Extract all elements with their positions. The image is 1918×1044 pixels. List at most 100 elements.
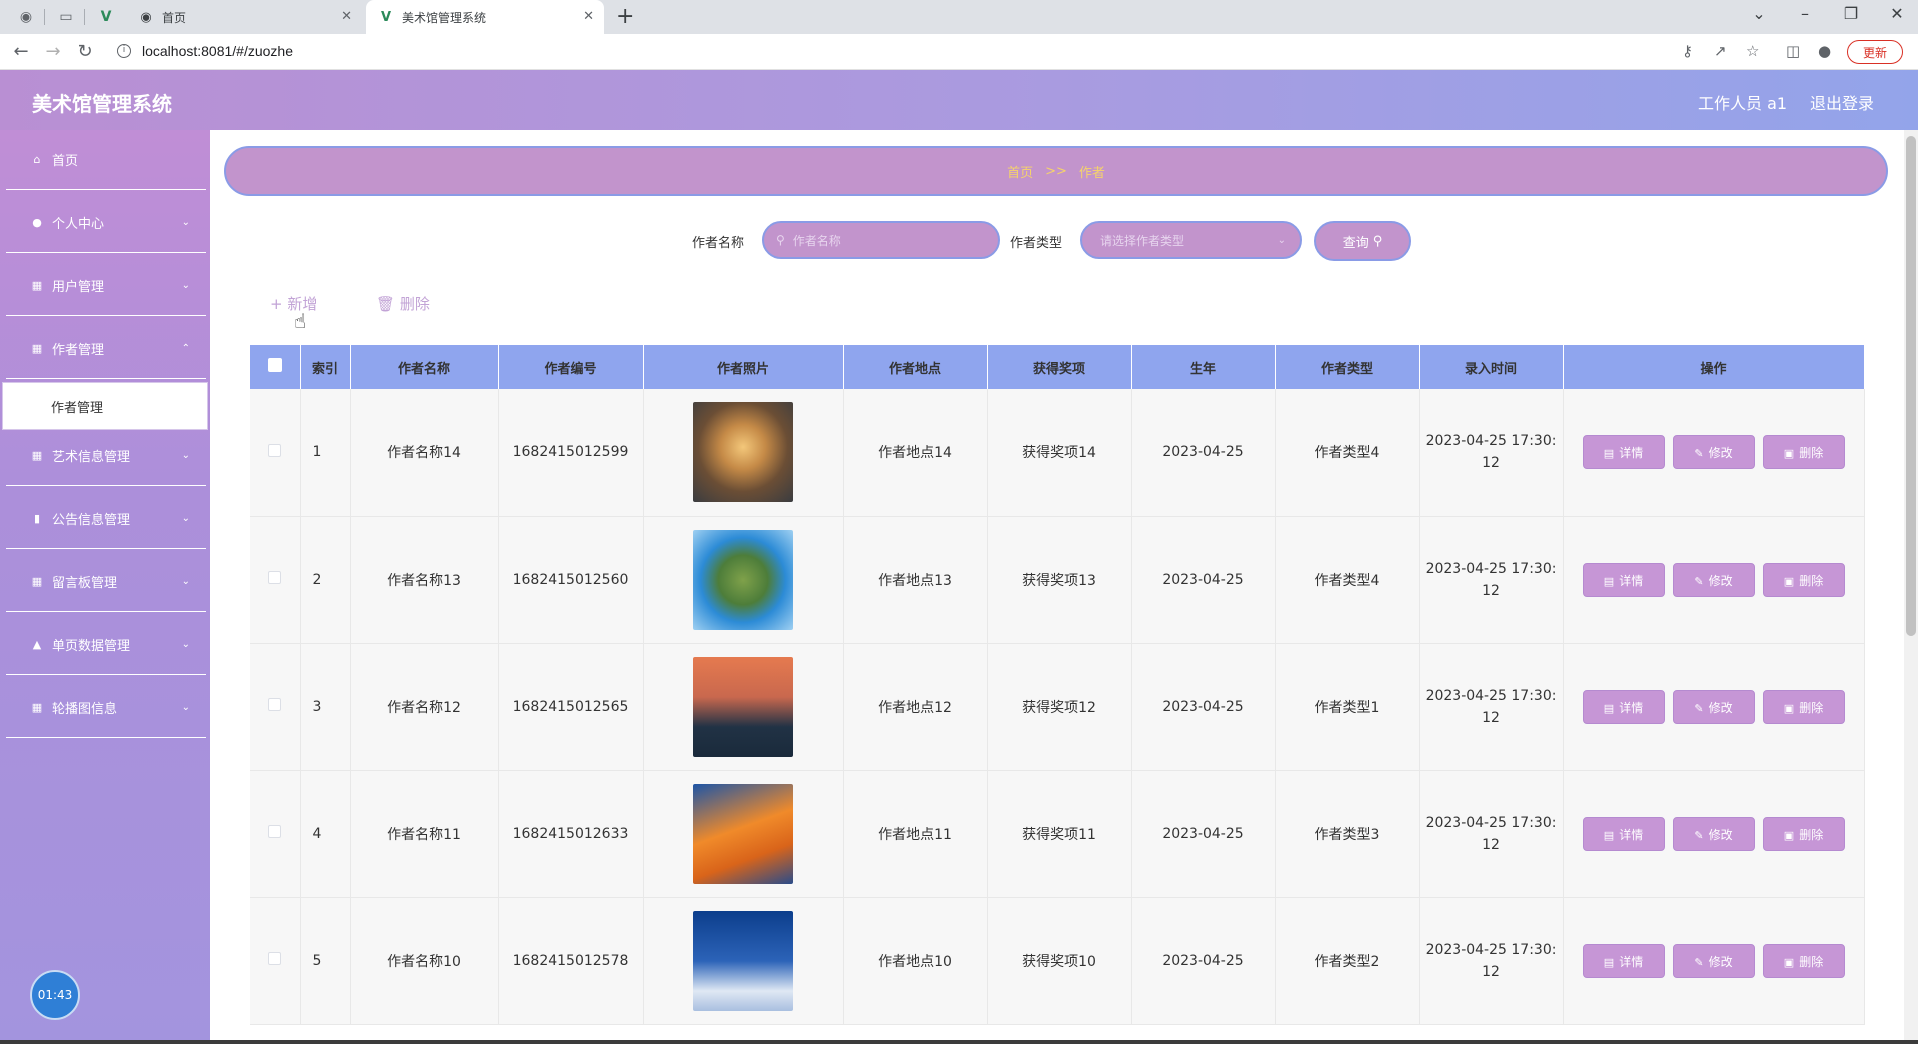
actions-cell: ▤ 详情 ✎ 修改 ▣ 删除 [1563, 389, 1865, 517]
column-header: 索引 [300, 345, 351, 389]
delete-button[interactable]: ▣ 删除 [1762, 816, 1845, 851]
author-type-cell: 作者类型1 [1275, 643, 1420, 771]
breadcrumb-home[interactable]: 首页 [1007, 162, 1033, 181]
close-tab-icon[interactable]: ✕ [341, 9, 352, 24]
document-icon: ▤ [1603, 574, 1615, 588]
trash-icon: 🗑 [376, 295, 400, 313]
delete-button[interactable]: ▣ 删除 [1762, 943, 1845, 978]
vue-logo-icon[interactable]: V [96, 7, 116, 27]
row-select-cell[interactable] [250, 643, 301, 771]
globe-icon: ◉ [140, 9, 152, 25]
author-type-select[interactable]: 请选择作者类型 ⌄ [1080, 221, 1302, 259]
author-name-cell: 作者名称10 [350, 897, 499, 1025]
author-photo[interactable] [693, 910, 793, 1011]
detail-button[interactable]: ▤ 详情 [1582, 689, 1665, 724]
author-photo[interactable] [693, 783, 793, 884]
blank-page-icon[interactable]: ▭ [56, 7, 76, 27]
delete-button[interactable]: ▣ 删除 [1762, 689, 1845, 724]
new-tab-button[interactable]: + [616, 4, 634, 29]
detail-button[interactable]: ▤ 详情 [1582, 562, 1665, 597]
sidebar-item-carousel[interactable]: ▦ 轮播图信息 ⌄ [6, 678, 206, 738]
sidebar-item-users[interactable]: ▦ 用户管理 ⌄ [6, 256, 206, 316]
delete-button[interactable]: ▣ 删除 [1762, 435, 1845, 470]
detail-button[interactable]: ▤ 详情 [1582, 943, 1665, 978]
edit-button[interactable]: ✎ 修改 [1672, 816, 1755, 851]
row-select-cell[interactable] [250, 897, 301, 1025]
select-all-cell[interactable] [250, 345, 301, 389]
edit-button[interactable]: ✎ 修改 [1672, 435, 1755, 470]
url-input[interactable]: localhost:8081/#/zuozhe [142, 43, 293, 59]
tab-home[interactable]: ◉ 首页 ✕ [126, 0, 362, 34]
vue-logo-icon: V [380, 9, 392, 25]
author-code-cell: 1682415012565 [498, 643, 644, 771]
sidebar-item-personal[interactable]: ● 个人中心 ⌄ [6, 193, 206, 253]
key-icon[interactable]: ⚷ [1682, 42, 1693, 60]
sidebar-item-art-info[interactable]: ▦ 艺术信息管理 ⌄ [6, 426, 206, 486]
tab-separator [84, 9, 85, 25]
update-button[interactable]: 更新 [1847, 40, 1903, 64]
app-title: 美术馆管理系统 [32, 92, 172, 116]
sidebar-item-messages[interactable]: ▦ 留言板管理 ⌄ [6, 552, 206, 612]
globe-icon[interactable]: ◉ [16, 7, 36, 27]
restore-button[interactable]: ❐ [1836, 4, 1866, 23]
author-place-cell: 作者地点10 [843, 897, 988, 1025]
forward-icon[interactable]: → [42, 41, 64, 62]
sidebar-item-home[interactable]: ⌂ 首页 [6, 130, 206, 190]
bookmark-star-icon[interactable]: ☆ [1746, 42, 1759, 60]
author-photo[interactable] [693, 529, 793, 630]
award-cell: 获得奖项12 [987, 643, 1132, 771]
chevron-up-icon: ⌃ [181, 343, 190, 354]
tab-active[interactable]: V 美术馆管理系统 ✕ [366, 0, 604, 34]
edit-button[interactable]: ✎ 修改 [1672, 689, 1755, 724]
author-name-input[interactable]: ⚲ 作者名称 [762, 221, 1000, 259]
minimize-button[interactable]: – [1790, 4, 1820, 23]
back-icon[interactable]: ← [10, 41, 32, 62]
sidebar-item-label: 轮播图信息 [52, 702, 118, 717]
batch-delete-button[interactable]: 🗑 删除 [376, 293, 430, 314]
sidebar-item-label: 公告信息管理 [52, 513, 131, 528]
edit-button[interactable]: ✎ 修改 [1672, 562, 1755, 597]
sidebar-item-single-page[interactable]: ▲ 单页数据管理 ⌄ [6, 615, 206, 675]
delete-button[interactable]: ▣ 删除 [1762, 562, 1845, 597]
delete-label: 删除 [399, 295, 430, 313]
query-button[interactable]: 查询 ⚲ [1314, 221, 1411, 261]
current-user: 工作人员 a1 [1698, 94, 1788, 113]
profile-icon[interactable]: ● [1818, 42, 1831, 60]
author-photo-cell [643, 897, 844, 1025]
row-select-cell[interactable] [250, 770, 301, 898]
author-photo[interactable] [693, 656, 793, 757]
scrollbar-thumb[interactable] [1906, 136, 1916, 636]
select-all-checkbox[interactable] [267, 358, 282, 372]
close-window-button[interactable]: ✕ [1882, 4, 1912, 23]
mouse-cursor-icon: ☝ [294, 309, 307, 333]
author-name-cell: 作者名称12 [350, 643, 499, 771]
tab-search-icon[interactable]: ⌄ [1744, 4, 1774, 23]
row-checkbox[interactable] [268, 698, 282, 711]
row-select-cell[interactable] [250, 516, 301, 644]
side-panel-icon[interactable]: ◫ [1786, 42, 1800, 60]
detail-button[interactable]: ▤ 详情 [1582, 816, 1665, 851]
share-icon[interactable]: ↗ [1714, 42, 1727, 60]
index-cell: 2 [300, 516, 351, 644]
row-checkbox[interactable] [268, 825, 282, 838]
reload-icon[interactable]: ↻ [74, 41, 96, 62]
trash-icon: ▣ [1783, 447, 1795, 461]
row-checkbox[interactable] [268, 571, 282, 584]
sidebar-item-authors[interactable]: ▦ 作者管理 ⌃ [6, 319, 206, 379]
author-photo[interactable] [693, 402, 793, 503]
table-body: 1 作者名称14 1682415012599 作者地点14 获得奖项14 2023-04-… [250, 389, 1865, 1025]
sidebar-item-notices[interactable]: ▮ 公告信息管理 ⌄ [6, 489, 206, 549]
edit-button[interactable]: ✎ 修改 [1672, 943, 1755, 978]
row-checkbox[interactable] [268, 443, 282, 457]
row-checkbox[interactable] [268, 952, 282, 965]
browser-tab-bar: ◉ ▭ V ◉ 首页 ✕ V 美术馆管理系统 ✕ + ⌄ – ❐ ✕ [0, 0, 1918, 34]
birth-year-cell: 2023-04-25 [1131, 643, 1276, 771]
row-select-cell[interactable] [250, 389, 301, 517]
delete-label: 删除 [1799, 827, 1824, 842]
close-tab-icon[interactable]: ✕ [583, 9, 594, 24]
detail-label: 详情 [1619, 700, 1644, 715]
site-info-icon[interactable]: i [117, 44, 131, 58]
logout-button[interactable]: 退出登录 [1810, 90, 1874, 114]
sidebar-subitem-author-management[interactable]: 作者管理 [2, 382, 208, 430]
detail-button[interactable]: ▤ 详情 [1582, 435, 1665, 470]
